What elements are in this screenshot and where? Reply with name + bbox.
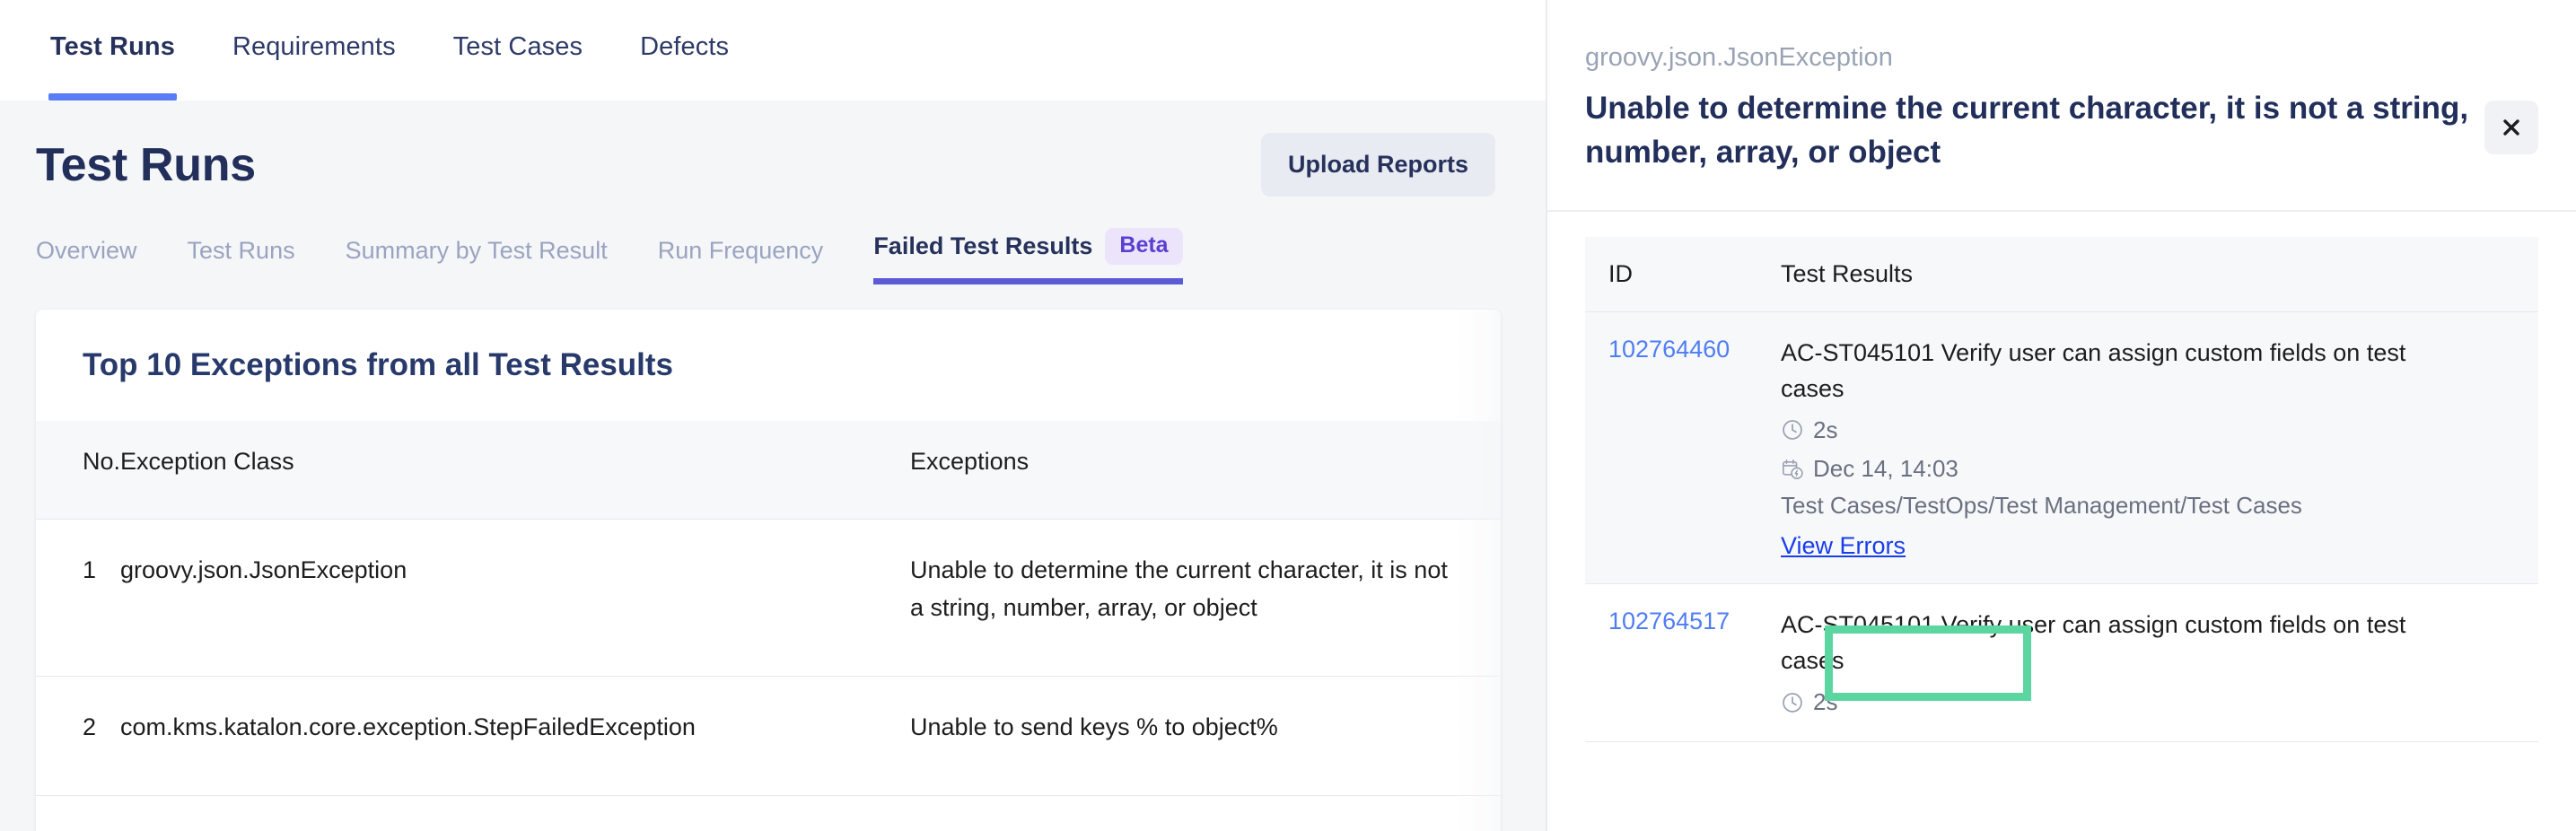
column-header-exceptions: Exceptions bbox=[910, 421, 1501, 520]
primary-tab-bar: Test Runs Requirements Test Cases Defect… bbox=[0, 0, 1546, 101]
exceptions-table-body: 1 groovy.json.JsonException Unable to de… bbox=[36, 519, 1501, 831]
cell-exception: Unable to send keys % to object% bbox=[910, 676, 1501, 796]
left-pane: Test Runs Requirements Test Cases Defect… bbox=[0, 0, 1546, 831]
page-header: Test Runs Upload Reports bbox=[0, 101, 1546, 197]
test-result-id-link[interactable]: 102764517 bbox=[1608, 608, 1730, 634]
cell-id: 102764517 bbox=[1585, 583, 1781, 743]
date-meta: Dec 14, 14:03 bbox=[1781, 453, 2538, 485]
subtab-label: Summary by Test Result bbox=[345, 237, 608, 264]
test-results-table-body: 102764460 AC-ST045101 Verify user can as… bbox=[1585, 311, 2538, 743]
cell-id: 102764460 bbox=[1585, 311, 1781, 585]
application-root: Test Runs Requirements Test Cases Defect… bbox=[0, 0, 2576, 831]
detail-panel-heading-group: groovy.json.JsonException Unable to dete… bbox=[1585, 41, 2484, 175]
cell-test-result: AC-ST045101 Verify user can assign custo… bbox=[1781, 311, 2538, 585]
subtab-label: Overview bbox=[36, 237, 137, 264]
cell-exception-class: groovy.json.JsonException bbox=[120, 519, 911, 677]
subtab-summary-by-test-result[interactable]: Summary by Test Result bbox=[346, 237, 608, 284]
cell-no: 1 bbox=[36, 519, 121, 677]
subtab-test-runs[interactable]: Test Runs bbox=[188, 237, 295, 284]
table-row[interactable]: 102764517 AC-ST045101 Verify user can as… bbox=[1585, 583, 2538, 743]
column-header-no: No. bbox=[36, 421, 121, 520]
tab-requirements[interactable]: Requirements bbox=[232, 0, 396, 101]
secondary-tab-bar: Overview Test Runs Summary by Test Resul… bbox=[0, 222, 1546, 284]
table-header-row: No. Exception Class Exceptions bbox=[36, 421, 1501, 520]
table-row[interactable]: 2 com.kms.katalon.core.exception.StepFai… bbox=[36, 676, 1501, 796]
subtab-failed-test-results[interactable]: Failed Test Results Beta bbox=[873, 228, 1183, 284]
page-title: Test Runs bbox=[36, 138, 256, 191]
test-result-name: AC-ST045101 Verify user can assign custo… bbox=[1781, 339, 2406, 402]
table-header-row: ID Test Results bbox=[1585, 237, 2538, 312]
date-value: Dec 14, 14:03 bbox=[1813, 455, 1958, 482]
test-result-id-link[interactable]: 102764460 bbox=[1608, 336, 1730, 363]
cell-test-result: AC-ST045101 Verify user can assign custo… bbox=[1781, 583, 2538, 743]
subtab-run-frequency[interactable]: Run Frequency bbox=[658, 237, 824, 284]
subtab-label: Run Frequency bbox=[657, 237, 824, 264]
duration-value: 2s bbox=[1813, 688, 1838, 716]
subtab-label: Test Runs bbox=[187, 237, 295, 264]
table-row[interactable]: 102764460 AC-ST045101 Verify user can as… bbox=[1585, 311, 2538, 585]
view-errors-link[interactable]: View Errors bbox=[1781, 532, 1906, 560]
clock-icon bbox=[1783, 420, 1802, 441]
subtab-overview[interactable]: Overview bbox=[36, 237, 137, 284]
close-icon bbox=[2503, 119, 2519, 136]
cell-no bbox=[36, 795, 121, 831]
beta-badge: Beta bbox=[1105, 228, 1183, 265]
upload-reports-button[interactable]: Upload Reports bbox=[1260, 133, 1495, 197]
close-panel-button[interactable] bbox=[2484, 101, 2538, 154]
subtab-label: Failed Test Results bbox=[873, 232, 1093, 259]
cell-exception bbox=[910, 795, 1501, 831]
duration-meta: 2s bbox=[1781, 415, 2538, 446]
exceptions-card: Top 10 Exceptions from all Test Results … bbox=[36, 310, 1501, 831]
exception-detail-panel: groovy.json.JsonException Unable to dete… bbox=[1546, 0, 2576, 831]
page-body: Test Runs Upload Reports Overview Test R… bbox=[0, 101, 1546, 831]
tab-test-runs[interactable]: Test Runs bbox=[48, 0, 177, 101]
column-header-exception-class: Exception Class bbox=[120, 421, 911, 520]
exceptions-card-title: Top 10 Exceptions from all Test Results bbox=[83, 347, 674, 382]
cell-exception-class: com.kms.katalon.core.exception.StepFaile… bbox=[120, 676, 911, 796]
detail-exception-class: groovy.json.JsonException bbox=[1585, 43, 1893, 72]
clock-icon bbox=[1783, 692, 1802, 713]
table-row[interactable] bbox=[36, 795, 1501, 831]
test-results-table-head: ID Test Results bbox=[1585, 237, 2538, 312]
exceptions-table-head: No. Exception Class Exceptions bbox=[36, 421, 1501, 520]
tab-test-cases[interactable]: Test Cases bbox=[453, 0, 583, 101]
test-result-name: AC-ST045101 Verify user can assign custo… bbox=[1781, 611, 2406, 675]
column-header-id: ID bbox=[1585, 237, 1781, 312]
detail-panel-body: ID Test Results 102764460 AC-ST045101 Ve… bbox=[1547, 212, 2576, 743]
cell-no: 2 bbox=[36, 676, 121, 796]
exceptions-table: No. Exception Class Exceptions 1 groovy.… bbox=[36, 421, 1501, 831]
cell-exception: Unable to determine the current characte… bbox=[910, 519, 1501, 677]
table-row[interactable]: 1 groovy.json.JsonException Unable to de… bbox=[36, 519, 1501, 677]
calendar-clock-icon bbox=[1783, 459, 1803, 479]
duration-meta: 2s bbox=[1781, 687, 2538, 718]
column-header-test-results: Test Results bbox=[1781, 237, 2538, 312]
cell-exception-class bbox=[120, 795, 911, 831]
detail-panel-header: groovy.json.JsonException Unable to dete… bbox=[1547, 0, 2576, 212]
test-results-table: ID Test Results 102764460 AC-ST045101 Ve… bbox=[1585, 237, 2538, 743]
tab-defects[interactable]: Defects bbox=[640, 0, 729, 101]
duration-value: 2s bbox=[1813, 416, 1838, 443]
test-case-path: Test Cases/TestOps/Test Management/Test … bbox=[1781, 492, 2302, 520]
detail-panel-title: Unable to determine the current characte… bbox=[1585, 90, 2469, 171]
